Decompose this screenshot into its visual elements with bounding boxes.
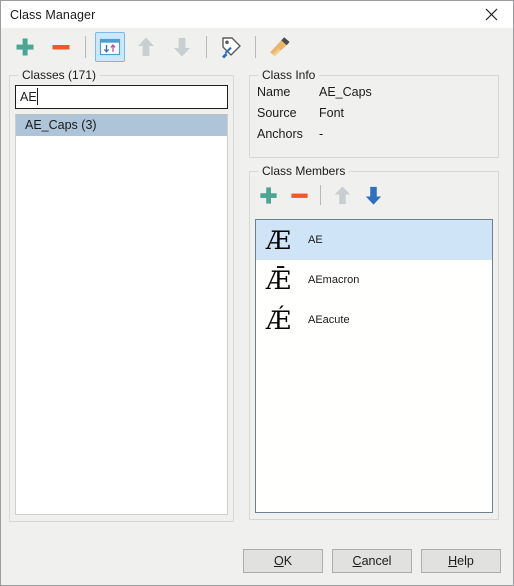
class-info-title: Class Info — [258, 68, 320, 82]
title-bar: Class Manager — [1, 1, 513, 28]
close-button[interactable] — [469, 1, 513, 28]
list-item[interactable]: Ǣ AEmacron — [256, 260, 492, 300]
ok-button[interactable]: OK — [243, 549, 323, 573]
class-info-grid: Name AE_Caps Source Font Anchors - — [257, 84, 372, 143]
help-accel: H — [448, 554, 458, 568]
close-icon — [485, 8, 497, 21]
sort-updown-icon — [99, 38, 121, 56]
details-pane: Class Info Name AE_Caps Source Font Anch… — [241, 66, 513, 537]
member-move-down-button[interactable] — [359, 181, 387, 209]
cancel-button[interactable]: Cancel — [332, 549, 412, 573]
class-info-groupbox: Class Info Name AE_Caps Source Font Anch… — [249, 68, 499, 158]
sort-toggle-button[interactable] — [95, 32, 125, 62]
move-up-button[interactable] — [131, 32, 161, 62]
member-glyph: Æ — [266, 225, 292, 255]
info-label-name: Name — [257, 85, 291, 99]
help-button[interactable]: Help — [421, 549, 501, 573]
toolbar-separator-3 — [255, 36, 256, 58]
class-manager-dialog: Class Manager Classes (171) AE AE_Caps (… — [0, 0, 514, 586]
members-separator-1 — [320, 185, 321, 205]
classes-groupbox: Classes (171) AE_Caps (3) — [9, 68, 234, 522]
classes-pane: Classes (171) AE_Caps (3) — [1, 66, 241, 537]
member-glyph: Ǽ — [266, 305, 292, 335]
info-value-source: Font — [319, 106, 345, 120]
add-member-button[interactable] — [254, 181, 282, 209]
dialog-body: Classes (171) AE_Caps (3) Class Info Nam… — [1, 66, 513, 537]
list-item[interactable]: AE_Caps (3) — [16, 115, 227, 136]
window-title: Class Manager — [10, 7, 96, 22]
arrow-down-icon — [174, 38, 190, 57]
class-members-list[interactable]: Æ AE Ǣ AEmacron Ǽ AEacute — [255, 219, 493, 513]
member-label: AEacute — [308, 314, 350, 326]
search-input[interactable] — [15, 85, 228, 109]
class-members-groupbox: Class Members Æ AE Ǣ AEmacron Ǽ AEacute — [249, 164, 499, 520]
cancel-accel: C — [352, 554, 362, 568]
ok-rest: K — [283, 554, 293, 568]
minus-icon — [290, 193, 308, 198]
arrow-down-icon — [365, 186, 381, 205]
tag-pen-icon — [222, 37, 241, 59]
info-label-source: Source — [257, 106, 297, 120]
members-toolbar — [254, 180, 390, 210]
plus-icon — [16, 38, 34, 56]
minus-icon — [52, 45, 70, 50]
dialog-footer: OK Cancel Help — [1, 537, 513, 585]
info-value-anchors: - — [319, 127, 324, 141]
arrow-up-icon — [138, 37, 154, 56]
class-members-title: Class Members — [258, 164, 350, 178]
remove-member-button[interactable] — [285, 181, 313, 209]
help-rest: elp — [457, 554, 474, 568]
member-label: AE — [308, 234, 323, 246]
member-glyph: Ǣ — [266, 265, 292, 295]
move-down-button[interactable] — [167, 32, 197, 62]
remove-class-button[interactable] — [46, 32, 76, 62]
rename-class-button[interactable] — [216, 32, 246, 62]
cancel-rest: ancel — [361, 554, 392, 568]
member-label: AEmacron — [308, 274, 360, 286]
clean-up-button[interactable] — [265, 32, 295, 62]
class-item-label: AE_Caps (3) — [25, 118, 97, 132]
ok-accel: O — [273, 554, 284, 568]
toolbar-separator-1 — [85, 36, 86, 58]
classes-group-title: Classes (171) — [18, 68, 101, 82]
info-value-name: AE_Caps — [319, 85, 372, 99]
list-item[interactable]: Æ AE — [256, 220, 492, 260]
classes-list[interactable]: AE_Caps (3) — [15, 114, 228, 515]
arrow-up-icon — [334, 185, 350, 204]
list-item[interactable]: Ǽ AEacute — [256, 300, 492, 340]
text-caret — [37, 88, 38, 105]
main-toolbar — [1, 28, 513, 66]
toolbar-separator-2 — [206, 36, 207, 58]
member-move-up-button[interactable] — [328, 181, 356, 209]
brush-icon — [270, 37, 290, 57]
info-label-anchors: Anchors — [257, 127, 303, 141]
add-class-button[interactable] — [10, 32, 40, 62]
plus-icon — [259, 186, 277, 204]
